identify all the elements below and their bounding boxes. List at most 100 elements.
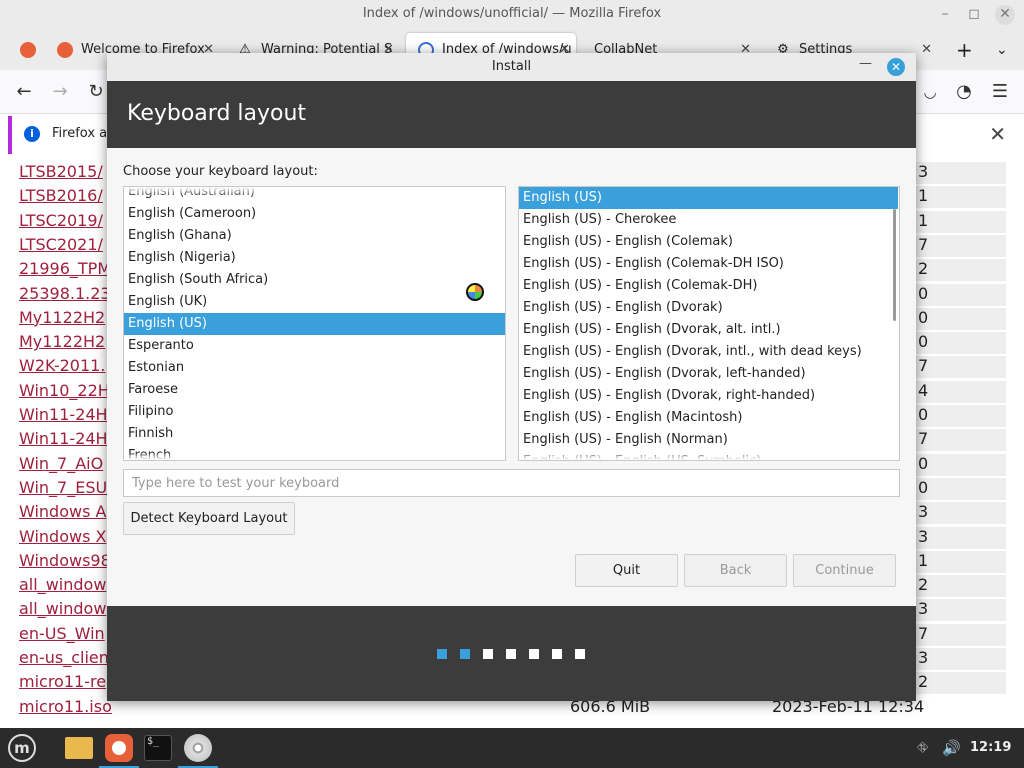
- layout-item[interactable]: English (US) - English (Colemak): [519, 231, 899, 253]
- language-item[interactable]: English (Cameroon): [124, 203, 505, 225]
- file-link[interactable]: W2K-2011.: [19, 356, 105, 375]
- layout-item[interactable]: English (US) - English (Colemak-DH ISO): [519, 253, 899, 275]
- language-item[interactable]: Faroese: [124, 379, 505, 401]
- file-link[interactable]: LTSB2016/: [19, 186, 103, 205]
- file-link[interactable]: Windows98: [19, 551, 111, 570]
- firefox-icon: [105, 734, 133, 762]
- minimize-icon[interactable]: —: [859, 56, 872, 71]
- detect-keyboard-layout-button[interactable]: Detect Keyboard Layout: [123, 502, 295, 535]
- file-link[interactable]: all_window: [19, 599, 106, 618]
- keyboard-test-input[interactable]: [123, 469, 900, 497]
- forward-arrow-icon[interactable]: →: [48, 80, 72, 104]
- file-link[interactable]: LTSB2015/: [19, 162, 103, 181]
- language-item[interactable]: Estonian: [124, 357, 505, 379]
- disc-icon: [184, 734, 212, 762]
- keyboard-language-list[interactable]: French Finnish Filipino Faroese Estonian Espe…: [123, 186, 506, 461]
- file-link[interactable]: Win_7_AiO: [19, 454, 103, 473]
- layout-item[interactable]: English (US) - English (Macintosh): [519, 407, 899, 429]
- file-link[interactable]: Win11-24H: [19, 405, 108, 424]
- file-link[interactable]: 21996_TPM: [19, 259, 111, 278]
- install-body: Choose your keyboard layout: French Finni…: [107, 148, 916, 606]
- maximize-icon[interactable]: ◻: [965, 5, 983, 23]
- back-arrow-icon[interactable]: ←: [12, 80, 36, 104]
- installer-window-button[interactable]: [178, 728, 218, 768]
- close-notification-icon[interactable]: ✕: [989, 122, 1006, 146]
- network-icon[interactable]: ⛗: [917, 740, 928, 756]
- progress-step-dot: [506, 649, 516, 659]
- choose-layout-label: Choose your keyboard layout:: [123, 164, 318, 179]
- file-link[interactable]: LTSC2021/: [19, 235, 103, 254]
- volume-icon[interactable]: 🔊: [942, 739, 961, 757]
- list-all-tabs-icon[interactable]: ⌄: [990, 33, 1018, 67]
- language-item[interactable]: English (South Africa): [124, 269, 505, 291]
- files-launcher[interactable]: [58, 728, 98, 768]
- file-link[interactable]: Win11-24H: [19, 429, 108, 448]
- firefox-view-tab[interactable]: [8, 33, 38, 67]
- new-tab-button[interactable]: +: [950, 33, 978, 67]
- progress-step-dot: [529, 649, 539, 659]
- file-link[interactable]: My1122H2: [19, 308, 105, 327]
- layout-item[interactable]: English (US) - English (Norman): [519, 429, 899, 451]
- file-link[interactable]: all_window: [19, 575, 106, 594]
- back-button[interactable]: Back: [684, 554, 787, 587]
- taskbar: m $_ ⛗ 🔊 12:19: [0, 728, 1024, 768]
- file-link[interactable]: Windows A: [19, 502, 106, 521]
- progress-step-dot: [552, 649, 562, 659]
- quit-button[interactable]: Quit: [575, 554, 678, 587]
- file-date-fragment: 0: [916, 283, 1006, 306]
- clock[interactable]: 12:19: [970, 740, 1011, 755]
- file-date-fragment: 1: [916, 210, 1006, 233]
- progress-step-dot: [483, 649, 493, 659]
- close-icon[interactable]: ✕: [995, 5, 1015, 25]
- pocket-icon[interactable]: ◡: [918, 80, 942, 104]
- layout-item[interactable]: English (US): [519, 187, 898, 209]
- language-item[interactable]: Finnish: [124, 423, 505, 445]
- file-link[interactable]: LTSC2019/: [19, 211, 103, 230]
- firefox-launcher[interactable]: [99, 728, 139, 768]
- firefox-titlebar: Index of /windows/unofficial/ — Mozilla …: [0, 0, 1024, 30]
- scrollbar[interactable]: [893, 209, 896, 321]
- layout-item[interactable]: English (US) - Cherokee: [519, 209, 899, 231]
- terminal-launcher[interactable]: $_: [138, 728, 178, 768]
- file-link[interactable]: My1122H2: [19, 332, 105, 351]
- progress-step-dot: [437, 649, 447, 659]
- file-date-fragment: 7: [916, 429, 1006, 452]
- file-date-fragment: 3: [916, 502, 1006, 525]
- layout-item[interactable]: English (US) - English (Colemak-DH): [519, 275, 899, 297]
- close-icon[interactable]: ✕: [887, 58, 905, 76]
- install-window-title: Install: [491, 59, 532, 74]
- file-date-fragment: 0: [916, 405, 1006, 427]
- layout-item[interactable]: English (US) - English (Dvorak, right-ha…: [519, 385, 899, 407]
- language-item[interactable]: Filipino: [124, 401, 505, 423]
- language-item[interactable]: English (US): [124, 313, 505, 335]
- file-link[interactable]: Win_7_ESU: [19, 478, 107, 497]
- file-link[interactable]: en-us_clien: [19, 648, 109, 667]
- file-link[interactable]: en-US_Win: [19, 624, 105, 643]
- layout-item[interactable]: English (US) - English (Dvorak, alt. int…: [519, 319, 899, 341]
- account-icon[interactable]: ◔: [952, 80, 976, 104]
- layout-item[interactable]: English (US) - English (Dvorak, intl., w…: [519, 341, 899, 363]
- language-item[interactable]: English (Nigeria): [124, 247, 505, 269]
- minimize-icon[interactable]: –: [936, 5, 954, 23]
- menu-button[interactable]: m: [0, 728, 40, 768]
- file-date-fragment: 3: [916, 162, 1006, 184]
- keyboard-variant-list[interactable]: English (US) - English (US, Symbolic)Eng…: [518, 186, 900, 461]
- layout-item[interactable]: English (US) - English (US, Symbolic): [519, 451, 899, 460]
- file-link[interactable]: 25398.1.23: [19, 284, 111, 303]
- continue-button[interactable]: Continue: [793, 554, 896, 587]
- menu-icon[interactable]: ☰: [988, 80, 1012, 104]
- language-item[interactable]: Esperanto: [124, 335, 505, 357]
- file-link[interactable]: Windows X: [19, 527, 106, 546]
- file-link[interactable]: micro11-re: [19, 672, 106, 691]
- layout-item[interactable]: English (US) - English (Dvorak): [519, 297, 899, 319]
- file-link[interactable]: Win10_22H: [19, 381, 110, 400]
- file-date-fragment: 7: [916, 623, 1006, 646]
- language-item[interactable]: French: [124, 445, 505, 460]
- reload-icon[interactable]: ↻: [84, 80, 108, 104]
- language-item[interactable]: English (UK): [124, 291, 505, 313]
- language-item[interactable]: English (Ghana): [124, 225, 505, 247]
- layout-item[interactable]: English (US) - English (Dvorak, left-han…: [519, 363, 899, 385]
- language-item[interactable]: English (Australian): [124, 187, 505, 203]
- close-tab-icon[interactable]: ✕: [921, 33, 932, 67]
- file-link[interactable]: micro11.iso: [19, 697, 112, 716]
